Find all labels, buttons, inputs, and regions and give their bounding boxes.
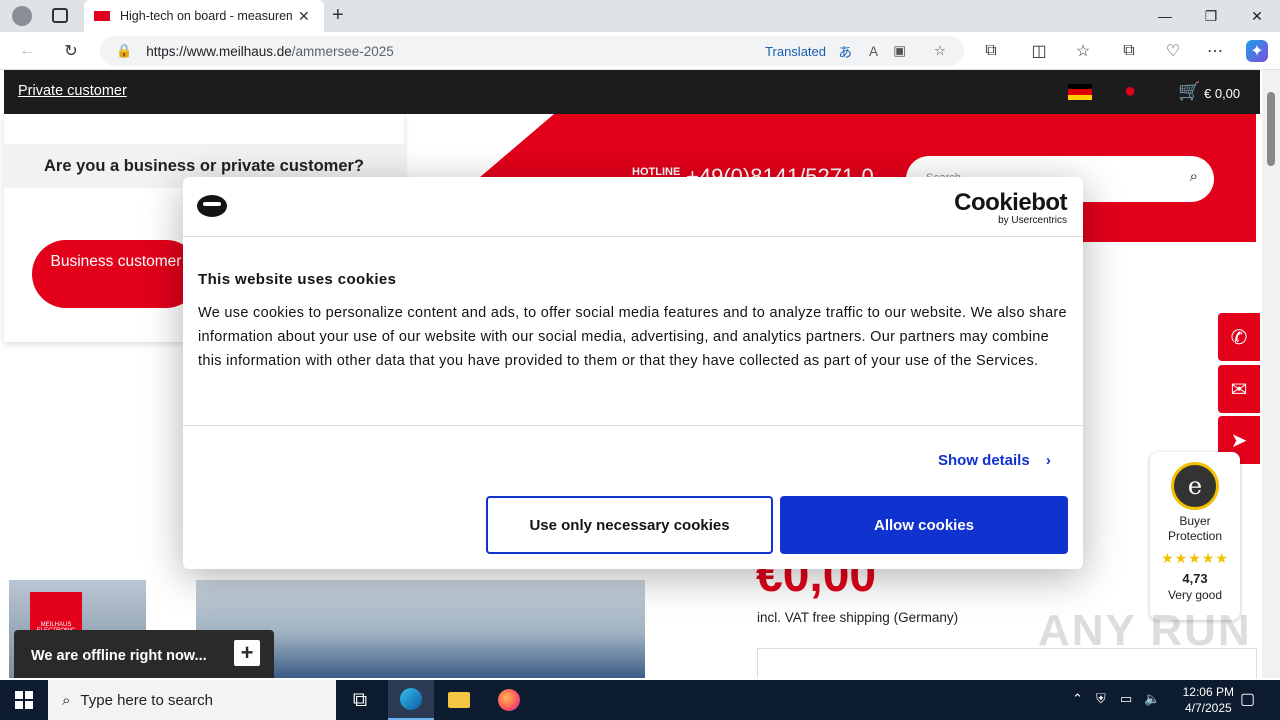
business-customer-button[interactable]: Business customer — [32, 240, 200, 308]
close-window-icon[interactable]: ✕ — [1234, 0, 1280, 32]
new-tab-icon[interactable]: + — [332, 4, 344, 27]
file-explorer-icon[interactable] — [436, 680, 482, 720]
lock-icon: 🔒 — [116, 43, 133, 58]
task-view-icon[interactable]: ⧉ — [337, 680, 383, 720]
immersive-reader-icon[interactable]: ▣ — [893, 43, 906, 59]
necessary-cookies-button[interactable]: Use only necessary cookies — [486, 496, 773, 554]
rating-stars: ★★★★★ — [1161, 550, 1229, 566]
trusted-shops-badge[interactable]: e Buyer Protection ★★★★★ 4,73 Very good — [1150, 452, 1240, 620]
cart-total[interactable]: € 0,00 — [1204, 86, 1240, 101]
cookiebot-by: by Usercentrics — [998, 215, 1067, 226]
allow-cookies-button[interactable]: Allow cookies — [780, 496, 1068, 554]
copilot-icon[interactable]: ✦ — [1246, 40, 1268, 62]
scrollbar-thumb[interactable] — [1267, 92, 1275, 166]
page-scrollbar[interactable] — [1262, 70, 1280, 678]
chat-offline-text: We are offline right now... — [31, 648, 207, 664]
minimize-icon[interactable]: — — [1142, 0, 1188, 32]
translate-icon[interactable]: あ — [839, 41, 853, 61]
refresh-icon[interactable]: ↻ — [60, 40, 82, 62]
url-host: https://www.meilhaus.de — [146, 43, 292, 59]
german-flag-icon[interactable] — [1068, 84, 1092, 100]
rating-score: 4,73 — [1182, 571, 1208, 586]
show-details-label: Show details — [938, 452, 1030, 469]
restore-icon[interactable]: ❐ — [1188, 0, 1234, 32]
taskbar-clock[interactable]: 12:06 PM 4/7/2025 — [1183, 684, 1234, 716]
cookiebot-name: Cookiebot — [954, 189, 1067, 216]
tab-actions-icon[interactable] — [52, 8, 68, 23]
search-icon[interactable]: ⌕ — [1190, 168, 1198, 185]
vat-note: incl. VAT free shipping (Germany) — [757, 610, 959, 625]
buyer-protection-label: Buyer Protection — [1167, 514, 1223, 543]
clock-time: 12:06 PM — [1182, 685, 1234, 699]
browser-tab-bar: High-tech on board - measurem ✕ + — ❐ ✕ — [0, 0, 1280, 32]
tray-chevron-icon[interactable]: ⌃ — [1072, 691, 1083, 707]
tray-security-icon[interactable]: ⛨ — [1096, 691, 1106, 707]
cookie-consent-dialog: Cookiebot by Usercentrics This website u… — [183, 177, 1083, 569]
cookie-divider — [183, 425, 1083, 426]
site-top-bar: Private customer ● 🛒 € 0,00 — [4, 70, 1260, 114]
tab-title: High-tech on board - measurem — [120, 9, 292, 23]
settings-more-icon[interactable]: ⋯ — [1204, 40, 1226, 62]
taskbar-search-placeholder: Type here to search — [80, 691, 213, 709]
profile-icon[interactable] — [12, 6, 32, 26]
trusted-shops-seal-icon: e — [1171, 462, 1219, 510]
firefox-icon[interactable] — [486, 680, 532, 720]
performance-icon[interactable]: ♡ — [1162, 40, 1184, 62]
watermark: ANY RUN — [1038, 606, 1252, 655]
cookiebot-brand: Cookiebot by Usercentrics — [954, 189, 1067, 227]
cookie-logo-icon — [197, 195, 227, 217]
notification-icon[interactable]: ▢ — [1240, 689, 1255, 709]
tab-close-icon[interactable]: ✕ — [298, 8, 310, 25]
chevron-right-icon: › — [1045, 452, 1051, 469]
edge-taskbar-icon[interactable] — [388, 680, 434, 720]
clock-date: 4/7/2025 — [1184, 701, 1232, 715]
private-customer-link[interactable]: Private customer — [18, 83, 127, 99]
phone-icon[interactable]: ✆ — [1218, 313, 1260, 361]
read-aloud-icon[interactable]: A — [869, 44, 878, 59]
split-screen-icon[interactable]: ◫ — [1028, 40, 1050, 62]
account-icon[interactable]: ● — [1124, 80, 1136, 103]
collections-icon[interactable]: ⧉ — [1118, 40, 1140, 62]
cookie-body-text: We use cookies to personalize content an… — [198, 305, 1067, 369]
extensions-icon[interactable]: ⧉ — [980, 40, 1002, 62]
cookie-dialog-header: Cookiebot by Usercentrics — [183, 177, 1083, 237]
url-path: /ammersee-2025 — [291, 43, 394, 59]
taskbar-search-input[interactable]: ⌕ Type here to search — [48, 680, 336, 720]
email-icon[interactable]: ✉ — [1218, 365, 1260, 413]
chat-expand-icon[interactable]: + — [234, 640, 260, 666]
windows-start-icon[interactable] — [0, 680, 48, 720]
address-bar-row: ← ↻ 🔒 https://www.meilhaus.de/ammersee-2… — [0, 32, 1280, 70]
chat-offline-widget[interactable]: We are offline right now... + — [14, 630, 274, 678]
url-field[interactable]: 🔒 https://www.meilhaus.de/ammersee-2025 … — [100, 36, 964, 66]
windows-taskbar: ⌕ Type here to search ⧉ ⌃ ⛨ ▭ 🔈 12:06 PM… — [0, 680, 1280, 720]
browser-tab-active[interactable]: High-tech on board - measurem ✕ — [84, 0, 324, 32]
cookie-title: This website uses cookies — [198, 271, 397, 288]
volume-icon[interactable]: 🔈 — [1144, 691, 1160, 707]
favorites-icon[interactable]: ☆ — [1072, 40, 1094, 62]
rating-text: Very good — [1167, 588, 1223, 602]
site-favicon-icon — [94, 11, 110, 21]
favorite-star-icon[interactable]: ☆ — [934, 43, 946, 59]
back-icon[interactable]: ← — [16, 40, 38, 62]
network-icon[interactable]: ▭ — [1120, 691, 1132, 707]
show-details-link[interactable]: Show details › — [938, 452, 1051, 469]
cart-icon[interactable]: 🛒 — [1178, 81, 1200, 102]
translated-indicator[interactable]: Translated — [765, 44, 826, 59]
taskbar-search-icon: ⌕ — [62, 691, 71, 709]
